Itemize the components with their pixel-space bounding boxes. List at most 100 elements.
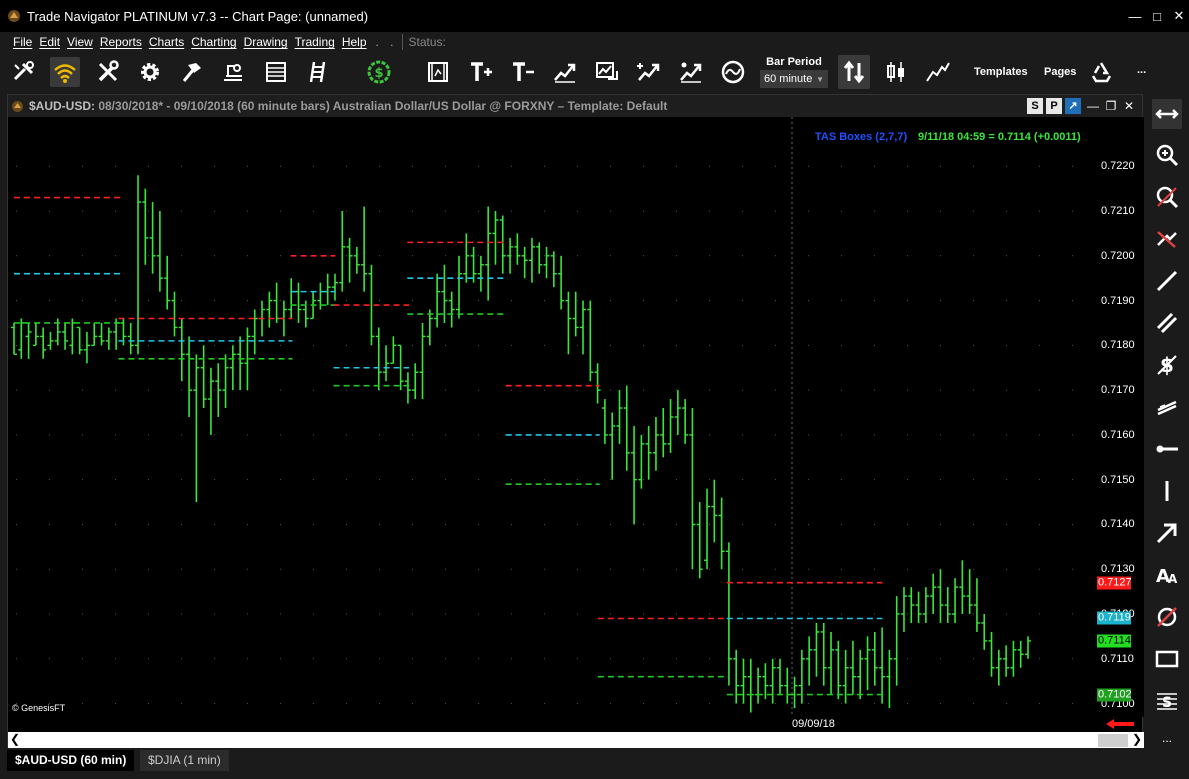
dollar-strike-icon[interactable]: $ xyxy=(1152,350,1182,380)
tab-aud-usd[interactable]: $AUD-USD (60 min) xyxy=(7,750,135,771)
menu-reports[interactable]: Reports xyxy=(100,35,142,49)
chevron-down-icon: ▼ xyxy=(816,74,824,84)
chart-up-icon[interactable] xyxy=(550,57,580,87)
chart-minimize-icon[interactable]: — xyxy=(1084,99,1102,113)
chart-symbol: $AUD-USD: xyxy=(29,99,95,113)
zoom-in-icon[interactable] xyxy=(1152,140,1182,170)
chart-header: $AUD-USD: 08/30/2018* - 09/10/2018 (60 m… xyxy=(8,95,1142,117)
arrow-icon[interactable] xyxy=(1152,518,1182,548)
text-minus-icon[interactable] xyxy=(508,57,538,87)
status-label: Status: xyxy=(408,35,446,49)
eraser-icon[interactable] xyxy=(1152,602,1182,632)
list-icon[interactable] xyxy=(261,57,291,87)
scrollbar-thumb[interactable] xyxy=(1098,734,1128,747)
price-tick-label: 0.7140 xyxy=(1101,518,1135,531)
pan-arrows-icon[interactable] xyxy=(1152,99,1182,129)
chart-tools-icon[interactable] xyxy=(676,57,706,87)
chart-tabs: $AUD-USD (60 min) $DJIA (1 min) xyxy=(0,748,1189,772)
minimize-icon[interactable]: — xyxy=(1125,9,1145,24)
menu-help[interactable]: Help xyxy=(342,35,367,49)
tab-djia[interactable]: $DJIA (1 min) xyxy=(140,750,229,771)
scale-icon[interactable] xyxy=(218,57,248,87)
chart-wave-icon[interactable] xyxy=(718,57,748,87)
toolbar-more-button[interactable]: ... xyxy=(1137,64,1146,76)
zoom-out-icon[interactable] xyxy=(1152,182,1182,212)
ladder-icon[interactable] xyxy=(303,57,333,87)
parallel-lines-icon[interactable] xyxy=(1152,308,1182,338)
candlestick-icon[interactable] xyxy=(881,57,911,87)
menu-overflow[interactable]: . . xyxy=(376,35,398,49)
menu-charting[interactable]: Charting xyxy=(191,35,236,49)
svg-text:S: S xyxy=(1162,695,1172,711)
horizontal-line-icon[interactable] xyxy=(1152,434,1182,464)
price-tick-label: 0.7130 xyxy=(1101,563,1135,576)
templates-button[interactable]: Templates xyxy=(974,66,1028,78)
text-plus-icon[interactable] xyxy=(466,57,496,87)
chart-plus-icon[interactable] xyxy=(634,57,664,87)
scroll-right-icon[interactable]: ❯ xyxy=(1132,732,1142,746)
no-draw-icon[interactable] xyxy=(1152,224,1182,254)
chart-restore-icon[interactable]: ❐ xyxy=(1102,99,1120,113)
line-chart-icon[interactable] xyxy=(923,57,953,87)
bar-period-group: Bar Period 60 minute ▼ xyxy=(760,56,828,88)
menu-trading[interactable]: Trading xyxy=(295,35,335,49)
sidebar-more-button[interactable]: ... xyxy=(1152,730,1182,746)
title-bar: Trade Navigator PLATINUM v7.3 -- Chart P… xyxy=(0,0,1189,32)
study-button[interactable]: S xyxy=(1027,98,1043,114)
close-icon[interactable]: ✕ xyxy=(1169,8,1189,24)
popout-icon[interactable]: ↗ xyxy=(1065,98,1081,114)
menu-separator xyxy=(401,34,403,50)
menu-bar: File Edit View Reports Charts Charting D… xyxy=(0,32,1189,52)
horizontal-scrollbar[interactable]: ❮ ❯ xyxy=(8,732,1144,749)
menu-file[interactable]: File xyxy=(13,35,32,49)
menu-drawing[interactable]: Drawing xyxy=(244,35,288,49)
chart-description: 08/30/2018* - 09/10/2018 (60 minute bars… xyxy=(95,99,668,113)
chart-window: $AUD-USD: 08/30/2018* - 09/10/2018 (60 m… xyxy=(7,94,1144,749)
bar-period-label: Bar Period xyxy=(766,56,822,68)
fibonacci-icon[interactable]: S xyxy=(1152,686,1182,716)
price-tick-label: 0.7160 xyxy=(1101,428,1135,441)
wrench-icon[interactable] xyxy=(93,57,123,87)
channel-icon[interactable] xyxy=(1152,392,1182,422)
window-title: Trade Navigator PLATINUM v7.3 -- Chart P… xyxy=(27,8,369,24)
pages-button[interactable]: Pages xyxy=(1044,66,1076,78)
copyright-label: © GenesisFT xyxy=(12,703,66,713)
menu-charts[interactable]: Charts xyxy=(149,35,184,49)
film-icon[interactable] xyxy=(423,57,453,87)
chart-box-icon[interactable] xyxy=(592,57,622,87)
price-tick-label: 0.7110 xyxy=(1101,652,1134,665)
hammer-icon[interactable] xyxy=(176,57,206,87)
pencil-line-icon[interactable] xyxy=(1152,266,1182,296)
price-tick-label: 0.7190 xyxy=(1101,294,1135,307)
gear-icon[interactable] xyxy=(135,57,165,87)
scroll-to-end-icon[interactable] xyxy=(1106,719,1134,729)
text-icon[interactable]: AA xyxy=(1152,560,1182,590)
recycle-icon[interactable] xyxy=(1086,57,1116,87)
tools-icon[interactable] xyxy=(9,57,39,87)
price-tick-label: 0.7170 xyxy=(1101,384,1135,397)
price-tag-red: 0.7127 xyxy=(1097,576,1132,590)
app-logo-icon xyxy=(8,10,20,22)
vertical-line-icon[interactable] xyxy=(1152,476,1182,506)
price-tick-label: 0.7200 xyxy=(1101,249,1135,262)
maximize-icon[interactable]: □ xyxy=(1147,9,1167,24)
chart-close-icon[interactable]: ✕ xyxy=(1120,99,1138,113)
price-tick-label: 0.7150 xyxy=(1101,473,1135,486)
menu-edit[interactable]: Edit xyxy=(39,35,60,49)
wifi-icon[interactable] xyxy=(50,57,80,87)
bar-period-select[interactable]: 60 minute ▼ xyxy=(760,70,828,88)
window-controls: — □ ✕ xyxy=(1123,0,1189,32)
price-axis[interactable]: 0.7220 0.7210 0.7200 0.7190 0.7180 0.7170 0.71… xyxy=(1097,117,1144,717)
chart-title: $AUD-USD: 08/30/2018* - 09/10/2018 (60 m… xyxy=(29,99,667,113)
price-tick-label: 0.7220 xyxy=(1101,160,1135,173)
legend-study: TAS Boxes (2,7,7) xyxy=(815,131,908,143)
price-chart[interactable] xyxy=(8,117,1097,717)
rectangle-icon[interactable] xyxy=(1152,644,1182,674)
app-window: Trade Navigator PLATINUM v7.3 -- Chart P… xyxy=(0,0,1189,779)
dollar-icon[interactable]: $ xyxy=(364,57,394,87)
sort-arrows-icon[interactable] xyxy=(838,55,870,89)
print-button[interactable]: P xyxy=(1046,98,1062,114)
date-axis-label: 09/09/18 xyxy=(792,718,835,730)
scroll-left-icon[interactable]: ❮ xyxy=(10,732,20,746)
menu-view[interactable]: View xyxy=(67,35,93,49)
